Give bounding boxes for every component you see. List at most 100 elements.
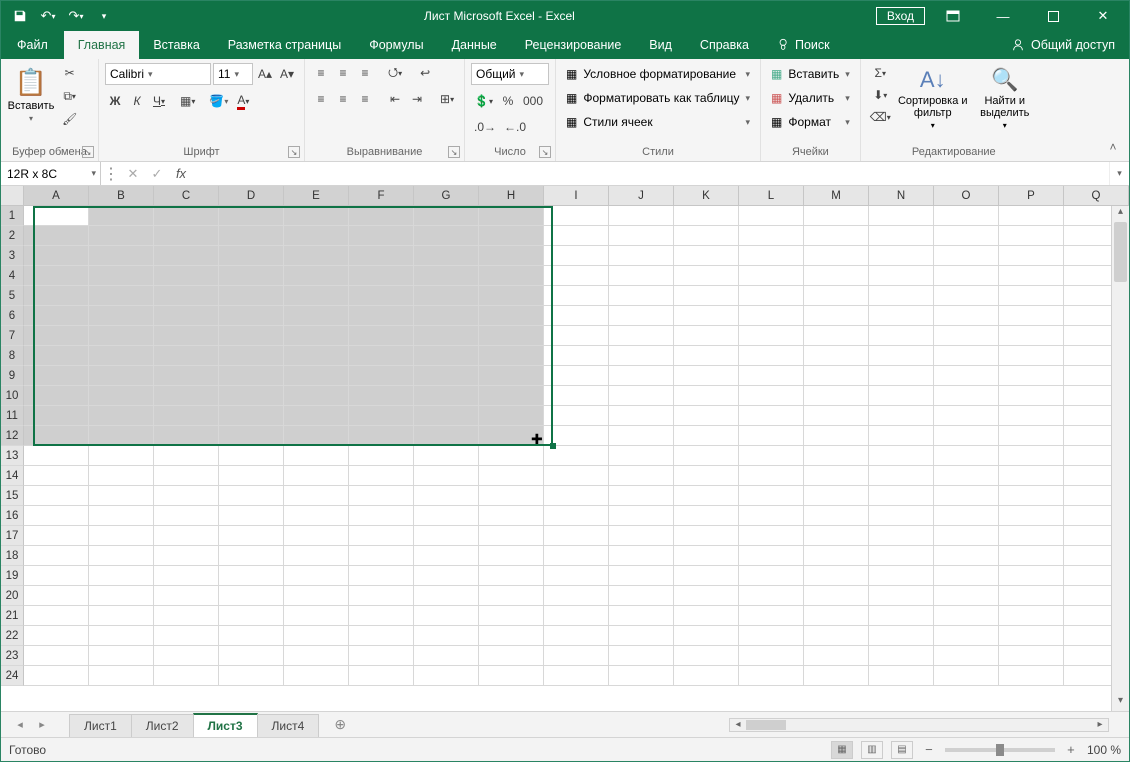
cell[interactable] bbox=[804, 326, 869, 346]
cell[interactable] bbox=[219, 646, 284, 666]
sort-filter-button[interactable]: A↓ Сортировка и фильтр ▾ bbox=[898, 63, 968, 130]
cell[interactable] bbox=[479, 526, 544, 546]
cell[interactable] bbox=[349, 246, 414, 266]
cell[interactable] bbox=[739, 386, 804, 406]
cell[interactable] bbox=[739, 666, 804, 686]
tab-data[interactable]: Данные bbox=[438, 31, 511, 59]
cell[interactable] bbox=[934, 306, 999, 326]
cell[interactable] bbox=[934, 646, 999, 666]
cell[interactable] bbox=[544, 406, 609, 426]
cell[interactable] bbox=[349, 386, 414, 406]
cell[interactable] bbox=[739, 426, 804, 446]
cell[interactable] bbox=[609, 646, 674, 666]
find-select-button[interactable]: 🔍 Найти и выделить ▾ bbox=[972, 63, 1038, 130]
collapse-ribbon-icon[interactable]: ˄ bbox=[1101, 137, 1125, 157]
view-pagebreak-icon[interactable]: ▤ bbox=[891, 741, 913, 759]
cell[interactable] bbox=[219, 546, 284, 566]
number-format-select[interactable]: Общий▾ bbox=[471, 63, 549, 85]
row-header[interactable]: 22 bbox=[1, 626, 24, 646]
cell[interactable] bbox=[609, 246, 674, 266]
column-header[interactable]: O bbox=[934, 186, 999, 205]
cell[interactable] bbox=[739, 306, 804, 326]
cell[interactable] bbox=[609, 366, 674, 386]
cell[interactable] bbox=[479, 586, 544, 606]
column-header[interactable]: P bbox=[999, 186, 1064, 205]
cell[interactable] bbox=[804, 526, 869, 546]
cell[interactable] bbox=[154, 266, 219, 286]
cell[interactable] bbox=[739, 526, 804, 546]
cells-format-button[interactable]: ▦Формат▾ bbox=[767, 111, 854, 133]
cell[interactable] bbox=[609, 326, 674, 346]
cell[interactable] bbox=[739, 466, 804, 486]
cell[interactable] bbox=[154, 366, 219, 386]
decrease-decimal-icon[interactable]: ←.0 bbox=[501, 117, 529, 137]
increase-indent-icon[interactable]: ⇥ bbox=[407, 89, 427, 109]
cell[interactable] bbox=[479, 566, 544, 586]
cell[interactable] bbox=[869, 346, 934, 366]
cell[interactable] bbox=[219, 326, 284, 346]
cell[interactable] bbox=[804, 546, 869, 566]
cell[interactable] bbox=[934, 626, 999, 646]
cell[interactable] bbox=[89, 546, 154, 566]
cell[interactable] bbox=[869, 206, 934, 226]
percent-icon[interactable]: % bbox=[498, 91, 518, 111]
cell[interactable] bbox=[154, 646, 219, 666]
cell[interactable] bbox=[24, 606, 89, 626]
column-header[interactable]: J bbox=[609, 186, 674, 205]
cell[interactable] bbox=[934, 466, 999, 486]
cell[interactable] bbox=[89, 366, 154, 386]
horizontal-scrollbar[interactable]: ◂ ▸ bbox=[729, 718, 1109, 732]
cell[interactable] bbox=[154, 466, 219, 486]
cell[interactable] bbox=[609, 226, 674, 246]
cell[interactable] bbox=[154, 206, 219, 226]
cell[interactable] bbox=[479, 406, 544, 426]
redo-icon[interactable]: ↷ ▾ bbox=[65, 5, 87, 27]
cancel-formula-icon[interactable]: ✕ bbox=[121, 162, 145, 185]
cell[interactable] bbox=[934, 206, 999, 226]
cell[interactable] bbox=[934, 346, 999, 366]
cell[interactable] bbox=[89, 466, 154, 486]
cell[interactable] bbox=[609, 566, 674, 586]
autosum-icon[interactable]: Σ ▾ bbox=[867, 63, 894, 83]
cell[interactable] bbox=[89, 386, 154, 406]
cell[interactable] bbox=[284, 566, 349, 586]
cell[interactable] bbox=[804, 446, 869, 466]
cell[interactable] bbox=[674, 426, 739, 446]
cell[interactable] bbox=[414, 546, 479, 566]
cell[interactable] bbox=[349, 306, 414, 326]
cell[interactable] bbox=[219, 626, 284, 646]
cell[interactable] bbox=[999, 606, 1064, 626]
cell[interactable] bbox=[219, 386, 284, 406]
enter-formula-icon[interactable]: ✓ bbox=[145, 162, 169, 185]
cell[interactable] bbox=[934, 666, 999, 686]
cell[interactable] bbox=[999, 426, 1064, 446]
cell[interactable] bbox=[869, 266, 934, 286]
cell[interactable] bbox=[674, 286, 739, 306]
cell[interactable] bbox=[934, 286, 999, 306]
cell[interactable] bbox=[739, 486, 804, 506]
cell[interactable] bbox=[674, 266, 739, 286]
merge-center-icon[interactable]: ⊞ ▾ bbox=[437, 89, 457, 109]
fill-icon[interactable]: ⬇ ▾ bbox=[867, 85, 894, 105]
row-header[interactable]: 23 bbox=[1, 646, 24, 666]
italic-button[interactable]: К bbox=[127, 91, 147, 111]
row-header[interactable]: 16 bbox=[1, 506, 24, 526]
cell[interactable] bbox=[804, 226, 869, 246]
cell[interactable] bbox=[89, 506, 154, 526]
cell[interactable] bbox=[609, 466, 674, 486]
cell[interactable] bbox=[414, 286, 479, 306]
cell[interactable] bbox=[674, 446, 739, 466]
cell[interactable] bbox=[414, 586, 479, 606]
cell[interactable] bbox=[24, 306, 89, 326]
cell[interactable] bbox=[284, 526, 349, 546]
close-icon[interactable]: ✕ bbox=[1081, 2, 1125, 30]
cell[interactable] bbox=[869, 286, 934, 306]
cell[interactable] bbox=[674, 226, 739, 246]
format-as-table-button[interactable]: ▦Форматировать как таблицу▾ bbox=[562, 87, 754, 109]
tab-insert[interactable]: Вставка bbox=[139, 31, 213, 59]
cell[interactable] bbox=[804, 426, 869, 446]
sheet-nav-prev-icon[interactable]: ◂ bbox=[11, 716, 29, 734]
cell[interactable] bbox=[479, 366, 544, 386]
zoom-level[interactable]: 100 % bbox=[1087, 743, 1121, 757]
align-right-icon[interactable]: ≡ bbox=[355, 89, 375, 109]
